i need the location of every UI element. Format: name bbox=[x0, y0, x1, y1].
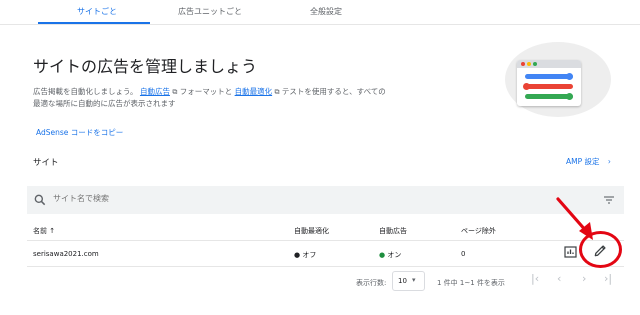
page-title: サイトの広告を管理しましょう bbox=[33, 57, 258, 76]
copy-adsense-code-button[interactable]: AdSense コードをコピー bbox=[36, 127, 123, 138]
site-name[interactable]: serisawa2021.com bbox=[33, 250, 99, 258]
page-exclusions-count: 0 bbox=[461, 250, 466, 258]
site-search-bar bbox=[27, 186, 624, 214]
prev-page-icon[interactable]: ‹ bbox=[557, 272, 561, 285]
tab-by-ad-unit[interactable]: 広告ユニットごと bbox=[178, 6, 242, 17]
site-illustration bbox=[517, 60, 581, 106]
pagination-range: 1 件中 1~1 件を表示 bbox=[437, 279, 505, 287]
auto-optimize-status: ● オフ bbox=[294, 251, 317, 259]
rows-per-page-select[interactable]: 10 ▾ bbox=[392, 271, 425, 291]
tab-general-settings[interactable]: 全般設定 bbox=[310, 6, 342, 17]
annotation-circle bbox=[579, 231, 622, 268]
report-icon[interactable] bbox=[564, 246, 577, 258]
next-page-icon[interactable]: › bbox=[582, 272, 586, 285]
search-icon bbox=[34, 194, 46, 206]
illustration-knob bbox=[566, 93, 573, 100]
illustration-dot bbox=[527, 62, 531, 66]
illustration-dot bbox=[521, 62, 525, 66]
amp-settings-label: AMP 設定 bbox=[566, 157, 600, 166]
rows-per-page-value: 10 bbox=[398, 277, 407, 285]
desc-part1: 広告掲載を自動化しましょう。 bbox=[33, 87, 138, 96]
auto-optimize-link[interactable]: 自動最適化 bbox=[235, 87, 273, 96]
table-header-divider bbox=[27, 240, 624, 241]
desc-part2: フォーマットと bbox=[179, 87, 233, 96]
search-input[interactable] bbox=[53, 194, 353, 203]
tab-bar: サイトごと 広告ユニットごと 全般設定 bbox=[0, 0, 640, 24]
first-page-icon[interactable]: |‹ bbox=[531, 272, 539, 285]
chevron-right-icon: › bbox=[607, 157, 611, 166]
hero-description: 広告掲載を自動化しましょう。 自動広告 ⧉ フォーマットと 自動最適化 ⧉ テス… bbox=[33, 86, 393, 110]
rows-per-page-label: 表示行数: bbox=[356, 279, 387, 287]
filter-icon[interactable] bbox=[603, 195, 615, 205]
column-header-auto-ads: 自動広告 bbox=[379, 227, 407, 235]
illustration-dot bbox=[533, 62, 537, 66]
tab-by-site[interactable]: サイトごと bbox=[77, 6, 117, 17]
column-header-page-exclusions: ページ除外 bbox=[461, 227, 496, 235]
last-page-icon[interactable]: ›| bbox=[604, 272, 612, 285]
illustration-knob bbox=[566, 73, 573, 80]
caret-down-icon: ▾ bbox=[412, 276, 416, 284]
sites-section-title: サイト bbox=[33, 158, 59, 168]
auto-ads-status-label: オン bbox=[385, 251, 402, 259]
amp-settings-link[interactable]: AMP 設定 › bbox=[566, 156, 611, 167]
auto-ads-link[interactable]: 自動広告 bbox=[140, 87, 170, 96]
external-link-icon: ⧉ bbox=[172, 88, 178, 96]
table-row-divider bbox=[27, 266, 624, 267]
column-header-name[interactable]: 名前 ↑ bbox=[33, 226, 55, 236]
tabs-divider bbox=[0, 24, 640, 25]
column-header-auto-optimize: 自動最適化 bbox=[294, 227, 329, 235]
auto-ads-status: ● オン bbox=[379, 250, 401, 260]
external-link-icon: ⧉ bbox=[274, 88, 280, 96]
illustration-line-red bbox=[525, 84, 573, 89]
illustration-knob bbox=[523, 83, 530, 90]
